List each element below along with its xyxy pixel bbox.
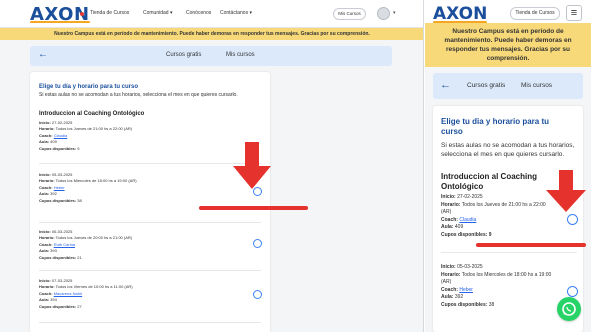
course-tabs: ← Cursos gratis Mis cursos xyxy=(433,73,583,99)
maintenance-banner: Nuestro Campus está en período de manten… xyxy=(0,28,423,40)
course-title: Introduccion al Coaching Ontológico xyxy=(39,111,145,117)
card-title: Elige tu dia y horario para tu curso xyxy=(441,117,550,136)
tab-cursos-gratis[interactable]: Cursos gratis xyxy=(166,52,201,58)
avatar[interactable] xyxy=(377,7,390,20)
mis-cursos-button[interactable]: Mis Cursos xyxy=(333,8,366,20)
back-arrow-icon[interactable]: ← xyxy=(38,49,48,60)
tab-cursos-gratis[interactable]: Cursos gratis xyxy=(467,82,505,89)
notification-dot-icon xyxy=(80,12,84,16)
red-arrow-annotation xyxy=(546,170,586,212)
chevron-down-icon[interactable]: ▾ xyxy=(393,10,396,16)
divider xyxy=(39,322,261,323)
session-option: Inicio: 05-03-2025 Horario: Todos los Mi… xyxy=(39,172,137,203)
session-radio[interactable] xyxy=(253,239,262,248)
card-title: Elige tu día y horario para tu curso xyxy=(39,84,139,90)
mobile-view: AXON Tienda de Cursos ≡ Nuestro Campus e… xyxy=(425,0,591,332)
schedule-card: Elige tu día y horario para tu curso Si … xyxy=(30,72,270,332)
red-underline-annotation xyxy=(476,243,586,247)
session-radio[interactable] xyxy=(253,290,262,299)
hamburger-menu-icon[interactable]: ≡ xyxy=(566,5,582,21)
divider xyxy=(441,252,577,253)
nav-item-conocenos[interactable]: Conócenos xyxy=(186,10,211,16)
nav-item-tienda[interactable]: Tienda de Cursos xyxy=(90,10,129,16)
session-radio[interactable] xyxy=(567,214,578,225)
red-arrow-annotation xyxy=(233,142,271,189)
nav-item-comunidad[interactable]: Comunidad ▾ xyxy=(143,10,172,16)
card-description: Si estas aulas no se acomodan a tus hora… xyxy=(39,92,238,98)
divider xyxy=(39,163,261,164)
coach-link[interactable]: Claudia xyxy=(54,133,68,138)
tab-mis-cursos[interactable]: Mis cursos xyxy=(226,52,255,58)
coach-link[interactable]: Heber xyxy=(54,185,65,190)
divider xyxy=(39,270,261,271)
tienda-de-cursos-button[interactable]: Tienda de Cursos xyxy=(510,7,560,20)
session-radio[interactable] xyxy=(567,286,578,297)
session-option: Inicio: 06-03-2025 Horario: Todos los Ju… xyxy=(39,229,133,260)
coach-link[interactable]: Ruth Carina xyxy=(54,242,75,247)
tab-mis-cursos[interactable]: Mis cursos xyxy=(521,82,552,89)
card-description: Si estas aulas no se acomodan a tus hora… xyxy=(441,142,575,158)
top-navbar: AXON Tienda de Cursos Comunidad ▾ Conóce… xyxy=(0,0,423,28)
coach-link[interactable]: Macarena Nahir xyxy=(54,291,82,296)
nav-item-contactanos[interactable]: Contáctanos ▾ xyxy=(220,10,252,16)
session-option: Inicio: 07-03-2025 Horario: Todos los Vi… xyxy=(39,278,133,309)
maintenance-banner: Nuestro Campus está en período de manten… xyxy=(425,23,591,67)
desktop-view: AXON Tienda de Cursos Comunidad ▾ Conóce… xyxy=(0,0,424,332)
back-arrow-icon[interactable]: ← xyxy=(440,79,451,91)
whatsapp-icon[interactable] xyxy=(557,297,581,321)
course-tabs: ← Cursos gratis Mis cursos xyxy=(30,46,392,66)
divider xyxy=(39,222,261,223)
coach-link[interactable]: Claudia xyxy=(459,217,476,223)
axon-logo[interactable]: AXON xyxy=(433,4,488,24)
session-option: Inicio: 05-03-2025 Horario: Todos los Mi… xyxy=(441,264,552,308)
red-underline-annotation xyxy=(199,206,308,210)
whatsapp-glyph-icon xyxy=(562,302,576,316)
session-option: Inicio: 27-02-2025 Horario: Todos los Ju… xyxy=(441,194,546,238)
session-option: Inicio: 27-02-2025 Horario: Todos los Ju… xyxy=(39,120,133,151)
coach-link[interactable]: Heber xyxy=(459,287,473,293)
